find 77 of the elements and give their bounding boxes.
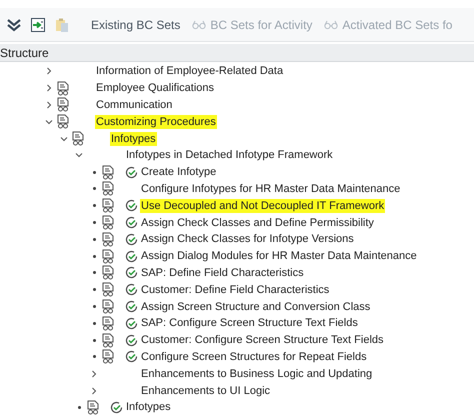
arrow-document-icon[interactable]	[30, 16, 46, 32]
tree-node-label[interactable]: Information of Employee-Related Data	[95, 64, 284, 78]
bullet-icon	[92, 322, 96, 325]
tree-node-label[interactable]: Customer: Define Field Characteristics	[140, 282, 330, 297]
bullet-icon	[78, 406, 80, 409]
document-glasses-icon[interactable]	[102, 299, 114, 314]
tree-node-label[interactable]: Enhancements to UI Logic	[140, 384, 272, 398]
document-glasses-icon[interactable]	[102, 248, 114, 264]
document-glasses-icon[interactable]	[87, 400, 99, 415]
tree-node-label[interactable]: Customizing Procedures	[95, 114, 217, 129]
clock-check-icon[interactable]	[125, 199, 138, 212]
clock-check-icon[interactable]	[110, 400, 123, 414]
tree-node-label[interactable]: Customer: Configure Screen Structure Text Fields	[140, 333, 385, 348]
tree-node-label[interactable]: Create Infotype	[140, 165, 218, 180]
document-glasses-icon[interactable]	[72, 131, 84, 146]
expanded-chevron-icon[interactable]	[60, 134, 68, 143]
collapsed-chevron-icon[interactable]	[90, 370, 98, 378]
bullet-icon	[92, 355, 96, 358]
double-chevron-icon[interactable]	[6, 16, 22, 32]
clock-check-icon[interactable]	[125, 316, 138, 330]
tree-node-label[interactable]: SAP: Define Field Characteristics	[140, 266, 305, 280]
tree-node-label[interactable]: Use Decoupled and Not Decoupled IT Framework	[140, 198, 386, 213]
clock-check-icon[interactable]	[125, 350, 138, 364]
document-glasses-icon[interactable]	[102, 349, 114, 364]
document-glasses-icon[interactable]	[57, 97, 69, 112]
bullet-icon	[92, 221, 96, 224]
clock-check-icon[interactable]	[125, 232, 138, 246]
clock-check-icon[interactable]	[125, 283, 138, 296]
bullet-icon	[92, 338, 96, 342]
document-glasses-icon[interactable]	[102, 215, 114, 230]
tree-node-label[interactable]: Assign Screen Structure and Conversion Class	[140, 300, 372, 314]
collapsed-chevron-icon[interactable]	[45, 67, 53, 76]
tree-node-label[interactable]: SAP: Configure Screen Structure Text Fields	[140, 316, 359, 330]
tree-node-label[interactable]: Infotypes in Detached Infotype Framework	[125, 148, 334, 162]
tree-node-label[interactable]: Enhancements to Business Logic and Updating	[140, 366, 374, 381]
bullet-icon	[92, 238, 96, 241]
structure-header: Structure	[0, 44, 474, 62]
tree-node-label[interactable]: Assign Check Classes for Infotype Versions	[140, 232, 355, 246]
bullet-icon	[92, 187, 96, 190]
expanded-chevron-icon[interactable]	[75, 151, 83, 160]
glasses-icon	[324, 20, 338, 30]
clock-check-icon[interactable]	[125, 334, 138, 347]
document-glasses-icon[interactable]	[102, 232, 114, 247]
tree-node-label[interactable]: Employee Qualifications	[95, 81, 216, 96]
collapsed-chevron-icon[interactable]	[45, 84, 53, 92]
document-glasses-icon[interactable]	[102, 198, 114, 214]
bullet-icon	[92, 204, 96, 208]
clock-check-icon[interactable]	[125, 216, 138, 230]
bullet-icon	[92, 271, 96, 274]
bullet-icon	[92, 305, 96, 308]
document-glasses-icon[interactable]	[57, 114, 69, 130]
document-glasses-icon[interactable]	[102, 282, 114, 298]
tree-node-label[interactable]: Assign Check Classes and Define Permissibility	[140, 216, 375, 230]
bullet-icon	[92, 288, 96, 292]
clock-check-icon[interactable]	[125, 250, 138, 263]
tree-node-label[interactable]: Communication	[95, 98, 174, 112]
tree-node-label[interactable]: Infotypes	[125, 400, 172, 414]
document-glasses-icon[interactable]	[102, 164, 114, 180]
clock-check-icon[interactable]	[125, 166, 138, 179]
expanded-chevron-icon[interactable]	[45, 118, 53, 126]
collapsed-chevron-icon[interactable]	[90, 386, 98, 395]
bullet-icon	[92, 170, 96, 174]
bullet-icon	[92, 254, 96, 258]
tree-node-label[interactable]: Configure Screen Structures for Repeat Fields	[140, 350, 368, 364]
glasses-icon	[192, 20, 206, 30]
document-glasses-icon[interactable]	[102, 332, 114, 348]
document-glasses-icon[interactable]	[57, 80, 69, 96]
tree-node-label[interactable]: Configure Infotypes for HR Master Data Maintenance	[140, 182, 402, 196]
document-glasses-icon[interactable]	[102, 265, 114, 280]
collapsed-chevron-icon[interactable]	[45, 100, 53, 109]
clock-check-icon[interactable]	[125, 300, 138, 314]
clock-check-icon[interactable]	[125, 266, 138, 280]
toolbar-button[interactable]: Existing BC Sets	[90, 16, 182, 34]
tree-node-label[interactable]: Assign Dialog Modules for HR Master Data Maintenance	[140, 249, 418, 264]
tree-node-label[interactable]: Infotypes	[110, 132, 157, 146]
document-glasses-icon[interactable]	[102, 316, 114, 331]
document-glasses-icon[interactable]	[102, 181, 114, 196]
